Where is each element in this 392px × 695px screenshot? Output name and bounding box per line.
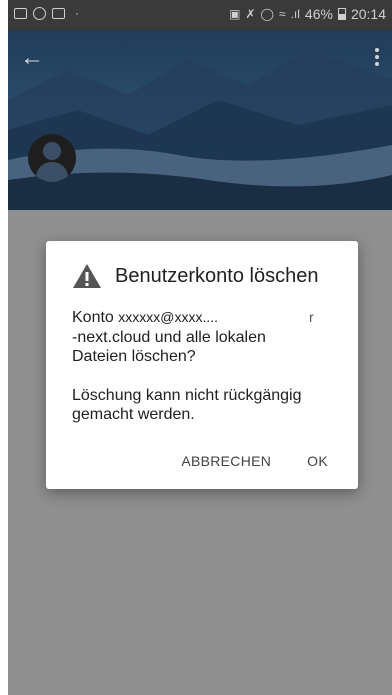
avatar-head	[43, 142, 61, 160]
dialog-title: Benutzerkonto löschen	[72, 263, 318, 289]
mountain-background-image	[8, 50, 392, 210]
note-line-2: gemacht werden.	[72, 406, 195, 423]
dialog-actions: ABBRECHEN OK	[181, 453, 328, 469]
warning-icon	[73, 264, 101, 288]
wifi-icon: ≈	[278, 7, 286, 21]
account-header: ←	[8, 30, 392, 210]
message-line-1: Konto xxxxxx@xxxx.... r	[72, 308, 342, 328]
mute-icon: ✗	[245, 7, 256, 21]
back-arrow-icon[interactable]: ←	[20, 44, 48, 72]
status-icons-left: ·	[14, 6, 79, 20]
cancel-button[interactable]: ABBRECHEN	[181, 453, 271, 469]
alarm-icon: ◯	[260, 7, 274, 21]
konto-label: Konto	[72, 309, 114, 326]
battery-icon	[337, 8, 346, 20]
message-line-2: -next.cloud und alle lokalen	[72, 328, 266, 346]
stray-char: r	[309, 309, 314, 325]
battery-percentage: 46%	[304, 6, 333, 22]
gallery-notification-icon	[14, 7, 27, 19]
delete-account-dialog: Benutzerkonto löschen Konto xxxxxx@xxxx.…	[46, 241, 358, 489]
message-line-3: Dateien löschen?	[72, 348, 196, 365]
note-line-1: Löschung kann nicht rückgängig	[72, 386, 302, 404]
dialog-message: Konto xxxxxx@xxxx.... r -next.cloud und …	[72, 308, 342, 425]
signal-icon: .ıl	[290, 7, 300, 21]
avatar-body	[36, 162, 68, 182]
ok-button[interactable]: OK	[307, 453, 328, 469]
dialog-title-text: Benutzerkonto löschen	[115, 264, 319, 287]
status-icons-right: ▣ ✗ ◯ ≈ .ıl 46% 20:14	[229, 6, 386, 22]
more-notifications-dot: ·	[75, 6, 79, 20]
clock: 20:14	[350, 6, 386, 22]
status-bar: · ▣ ✗ ◯ ≈ .ıl 46% 20:14	[8, 0, 392, 30]
app-screen: · ▣ ✗ ◯ ≈ .ıl 46% 20:14 ← Benutzerkonto …	[8, 0, 392, 695]
account-email: xxxxxx@xxxx....	[118, 309, 219, 325]
sync-notification-icon	[33, 6, 46, 20]
lock-icon: ▣	[229, 7, 241, 21]
more-options-icon[interactable]	[370, 46, 384, 70]
email-notification-icon	[52, 7, 65, 19]
avatar	[28, 134, 76, 182]
